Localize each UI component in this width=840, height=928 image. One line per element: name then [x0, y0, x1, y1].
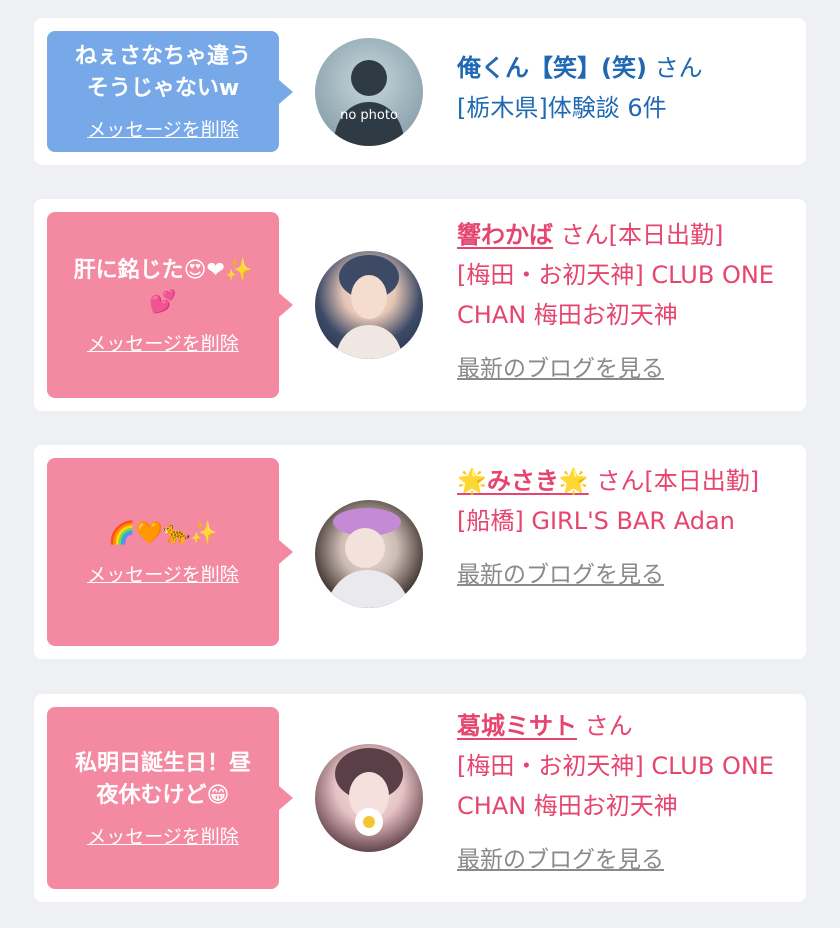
person-silhouette-icon	[333, 60, 405, 146]
avatar[interactable]: no photo	[315, 38, 423, 146]
delete-message-link[interactable]: メッセージを削除	[87, 822, 239, 849]
message-bubble: ねぇさなちゃ違う そうじゃないw メッセージを削除	[47, 31, 293, 152]
message-card: 肝に銘じた😍❤✨ 💕 メッセージを削除 響わかば さん[本日出勤] [梅田・お初…	[34, 199, 806, 411]
cast-name-link[interactable]: 葛城ミサト	[457, 712, 577, 740]
delete-message-link[interactable]: メッセージを削除	[87, 560, 239, 587]
message-bubble: 私明日誕生日！昼 夜休むけど😁 メッセージを削除	[47, 707, 293, 889]
honorific: さん	[646, 54, 703, 82]
honorific: さん	[577, 712, 633, 740]
delete-message-link[interactable]: メッセージを削除	[87, 329, 239, 356]
profile-info: 🌟みさき🌟 さん[本日出勤] [船橋] GIRL'S BAR Adan 最新のブ…	[457, 461, 786, 595]
daisy-icon	[355, 808, 383, 836]
shop-name[interactable]: [梅田・お初天神] CLUB ONE CHAN 梅田お初天神	[457, 255, 786, 335]
review-count[interactable]: [栃木県]体験談 6件	[457, 88, 786, 128]
avatar[interactable]	[315, 744, 423, 852]
cast-name-link[interactable]: 響わかば	[457, 221, 553, 249]
profile-info: 響わかば さん[本日出勤] [梅田・お初天神] CLUB ONE CHAN 梅田…	[457, 215, 786, 389]
message-text: ねぇさなちゃ違う そうじゃないw	[74, 44, 251, 101]
shop-name[interactable]: [船橋] GIRL'S BAR Adan	[457, 501, 786, 541]
latest-blog-link[interactable]: 最新のブログを見る	[457, 555, 664, 595]
user-name[interactable]: 俺くん【笑】(笑)	[457, 54, 647, 82]
shop-name[interactable]: [梅田・お初天神] CLUB ONE CHAN 梅田お初天神	[457, 746, 786, 826]
latest-blog-link[interactable]: 最新のブログを見る	[457, 349, 664, 389]
message-card: 私明日誕生日！昼 夜休むけど😁 メッセージを削除 葛城ミサト さん [梅田・お初…	[34, 694, 806, 902]
work-status: [本日出勤]	[644, 467, 760, 495]
message-text: 🌈🧡🐆✨	[108, 520, 218, 546]
message-card: 🌈🧡🐆✨ メッセージを削除 🌟みさき🌟 さん[本日出勤] [船橋] GIRL'S…	[34, 445, 806, 659]
delete-message-link[interactable]: メッセージを削除	[87, 115, 239, 142]
profile-photo	[325, 508, 411, 608]
cast-name-link[interactable]: 🌟みさき🌟	[457, 467, 589, 495]
honorific: さん	[553, 221, 609, 249]
message-bubble: 肝に銘じた😍❤✨ 💕 メッセージを削除	[47, 212, 293, 398]
avatar[interactable]	[315, 500, 423, 608]
profile-photo	[335, 255, 403, 359]
work-status: [本日出勤]	[608, 221, 724, 249]
message-bubble: 🌈🧡🐆✨ メッセージを削除	[47, 458, 293, 646]
message-card: ねぇさなちゃ違う そうじゃないw メッセージを削除 no photo 俺くん【笑…	[34, 18, 806, 165]
message-text: 私明日誕生日！昼 夜休むけど😁	[74, 750, 251, 808]
profile-info: 葛城ミサト さん [梅田・お初天神] CLUB ONE CHAN 梅田お初天神 …	[457, 706, 786, 880]
honorific: さん	[588, 467, 645, 495]
latest-blog-link[interactable]: 最新のブログを見る	[457, 840, 664, 880]
message-text: 肝に銘じた😍❤✨ 💕	[73, 257, 253, 315]
avatar[interactable]	[315, 251, 423, 359]
profile-photo	[335, 748, 403, 836]
no-photo-label: no photo	[340, 108, 398, 123]
profile-info: 俺くん【笑】(笑) さん [栃木県]体験談 6件	[457, 48, 786, 128]
